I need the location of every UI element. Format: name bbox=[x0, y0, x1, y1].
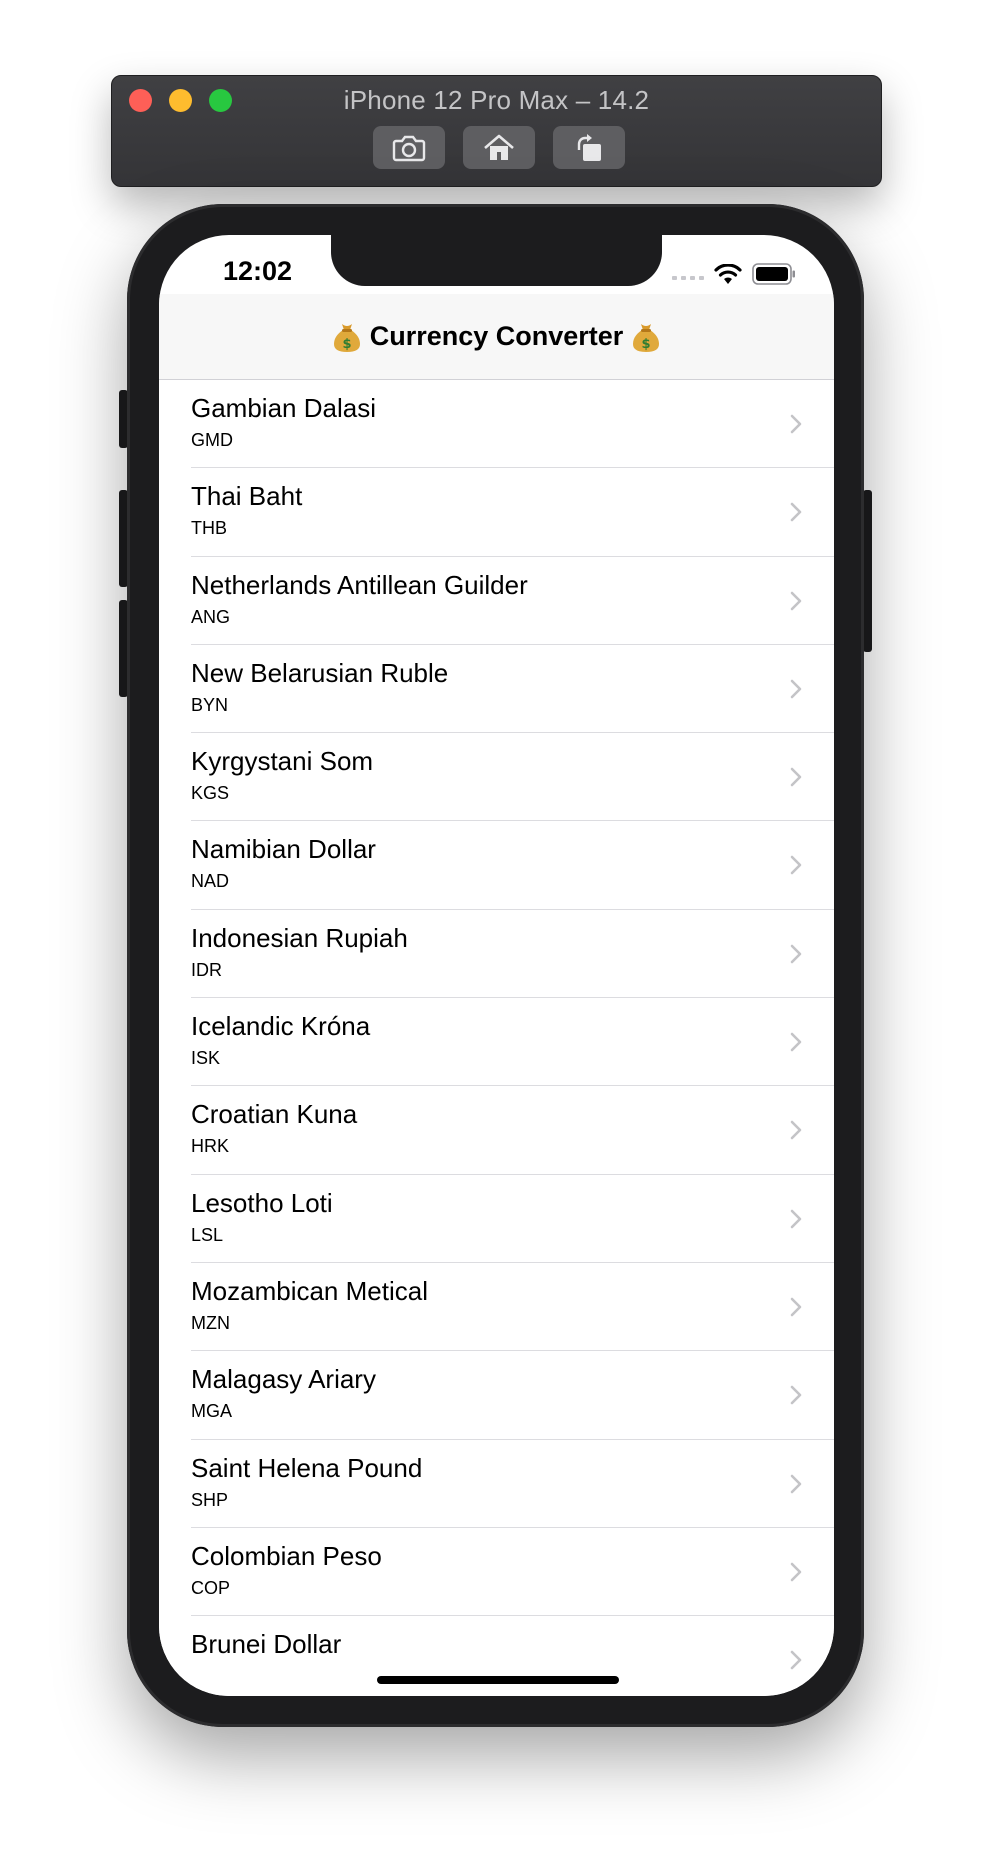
currency-row[interactable]: Colombian Peso COP bbox=[159, 1527, 834, 1617]
currency-row[interactable]: Namibian Dollar NAD bbox=[159, 821, 834, 911]
currency-row[interactable]: Brunei Dollar bbox=[159, 1616, 834, 1696]
currency-name: Indonesian Rupiah bbox=[191, 922, 408, 953]
currency-code: MZN bbox=[191, 1312, 230, 1333]
currency-code: THB bbox=[191, 518, 227, 539]
currency-row[interactable]: New Belarusian Ruble BYN bbox=[159, 644, 834, 734]
currency-name: Netherlands Antillean Guilder bbox=[191, 569, 528, 600]
currency-name: New Belarusian Ruble bbox=[191, 657, 449, 688]
simulator-toolbar: iPhone 12 Pro Max – 14.2 bbox=[111, 75, 882, 187]
chevron-right-icon bbox=[790, 1121, 802, 1140]
currency-code: BYN bbox=[191, 694, 229, 715]
chevron-right-icon bbox=[790, 1209, 802, 1228]
chevron-right-icon bbox=[790, 502, 802, 522]
money-bag-icon: $ bbox=[633, 322, 660, 352]
currency-row[interactable]: Mozambican Metical MZN bbox=[159, 1262, 834, 1352]
currency-name: Namibian Dollar bbox=[191, 834, 376, 865]
status-icons bbox=[672, 262, 796, 290]
currency-code: HRK bbox=[191, 1136, 230, 1157]
currency-name: Brunei Dollar bbox=[191, 1629, 342, 1660]
currency-code: NAD bbox=[191, 871, 230, 892]
chevron-right-icon bbox=[790, 1562, 802, 1582]
currency-code: GMD bbox=[191, 430, 233, 450]
chevron-right-icon bbox=[790, 679, 802, 699]
home-icon bbox=[482, 133, 516, 163]
battery-icon bbox=[752, 263, 796, 290]
chevron-right-icon bbox=[790, 767, 802, 787]
currency-name: Lesotho Loti bbox=[191, 1187, 333, 1218]
currency-row[interactable]: Indonesian Rupiah IDR bbox=[159, 909, 834, 999]
currency-code: ISK bbox=[191, 1048, 221, 1069]
page: iPhone 12 Pro Max – 14.2 12:02 $ Currenc… bbox=[0, 0, 992, 1876]
currency-row[interactable]: Malagasy Ariary MGA bbox=[159, 1351, 834, 1440]
currency-row[interactable]: Icelandic Króna ISK bbox=[159, 998, 834, 1087]
currency-row[interactable]: Gambian Dalasi GMD bbox=[159, 380, 834, 469]
chevron-right-icon bbox=[790, 944, 802, 964]
currency-code: ANG bbox=[191, 606, 231, 627]
wifi-icon bbox=[714, 262, 742, 290]
currency-row[interactable]: Kyrgystani Som KGS bbox=[159, 733, 834, 822]
camera-icon bbox=[392, 134, 426, 162]
rotate-button[interactable] bbox=[553, 126, 625, 169]
chevron-right-icon bbox=[790, 591, 802, 610]
app-title: Currency Converter bbox=[369, 321, 624, 351]
currency-code: COP bbox=[191, 1577, 231, 1598]
chevron-right-icon bbox=[790, 856, 802, 875]
currency-code: KGS bbox=[191, 783, 230, 804]
currency-name: Thai Baht bbox=[191, 481, 303, 512]
chevron-right-icon bbox=[790, 1474, 802, 1493]
svg-text:$: $ bbox=[642, 337, 651, 352]
currency-code: LSL bbox=[191, 1224, 224, 1245]
currency-code: SHP bbox=[191, 1489, 229, 1510]
home-button[interactable] bbox=[463, 126, 535, 169]
notch bbox=[331, 235, 662, 286]
cellular-signal-icon bbox=[672, 268, 704, 286]
currency-name: Malagasy Ariary bbox=[191, 1364, 376, 1395]
currency-row[interactable]: Lesotho Loti LSL bbox=[159, 1174, 834, 1264]
currency-name: Mozambican Metical bbox=[191, 1275, 428, 1306]
chevron-right-icon bbox=[790, 1297, 802, 1317]
chevron-right-icon bbox=[790, 1385, 802, 1405]
svg-text:$: $ bbox=[342, 337, 351, 352]
status-time: 12:02 bbox=[223, 256, 293, 286]
currency-row[interactable]: Thai Baht THB bbox=[159, 468, 834, 557]
currency-code: MGA bbox=[191, 1401, 233, 1422]
home-indicator[interactable] bbox=[377, 1676, 619, 1684]
currency-name: Saint Helena Pound bbox=[191, 1452, 423, 1483]
currency-row[interactable]: Netherlands Antillean Guilder ANG bbox=[159, 556, 834, 646]
currency-list: Gambian Dalasi GMD Thai Baht THB Netherlands… bbox=[159, 380, 834, 1696]
power-button bbox=[863, 490, 872, 652]
simulator-title: iPhone 12 Pro Max – 14.2 bbox=[343, 85, 650, 115]
currency-row[interactable]: Croatian Kuna HRK bbox=[159, 1086, 834, 1175]
currency-row[interactable]: Saint Helena Pound SHP bbox=[159, 1439, 834, 1529]
currency-name: Gambian Dalasi bbox=[191, 393, 376, 423]
money-bag-icon: $ bbox=[333, 322, 360, 352]
nav-title: $ Currency Converter $ bbox=[333, 321, 660, 352]
phone-screen: 12:02 $ Currency Converter $ Gambian Dal… bbox=[159, 235, 834, 1696]
chevron-right-icon bbox=[790, 1650, 802, 1670]
currency-code: IDR bbox=[191, 959, 222, 980]
navigation-bar: $ Currency Converter $ bbox=[159, 294, 834, 380]
rotate-icon bbox=[573, 132, 605, 164]
currency-name: Icelandic Króna bbox=[191, 1011, 371, 1042]
screenshot-button[interactable] bbox=[373, 126, 445, 169]
currency-name: Croatian Kuna bbox=[191, 1099, 358, 1130]
currency-name: Kyrgystani Som bbox=[191, 746, 374, 777]
currency-name: Colombian Peso bbox=[191, 1540, 382, 1571]
chevron-right-icon bbox=[790, 1032, 802, 1052]
chevron-right-icon bbox=[790, 414, 802, 434]
